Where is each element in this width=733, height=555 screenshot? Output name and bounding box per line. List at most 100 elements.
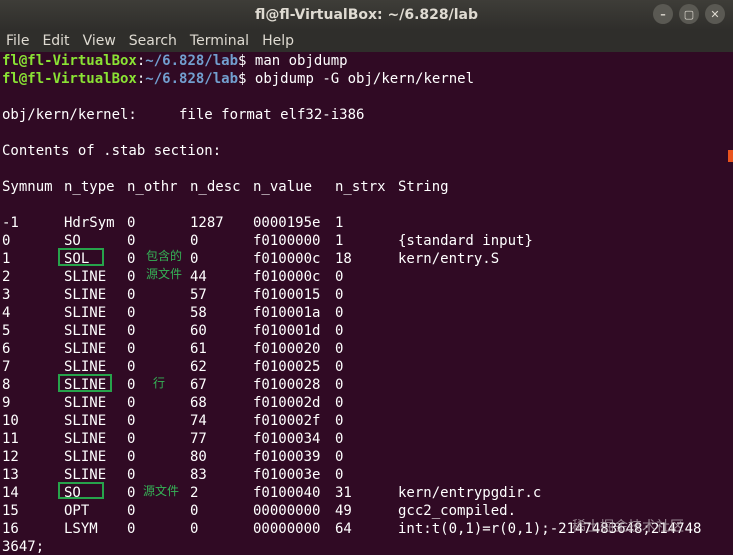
col-symnum: 2 — [2, 269, 11, 285]
col-n-strx: 0 — [335, 395, 344, 411]
menu-terminal[interactable]: Terminal — [184, 33, 256, 49]
col-symnum: 8 — [2, 377, 11, 393]
col-n-value: 00000000 — [253, 521, 321, 537]
col-n-othr: 0 — [127, 215, 136, 231]
col-n-strx: n_strx — [335, 179, 386, 195]
col-string: gcc2_compiled. — [398, 503, 517, 519]
col-n-value: f010001d — [253, 323, 321, 339]
col-n-strx: 0 — [335, 467, 344, 483]
col-n-type: SLINE — [64, 287, 107, 303]
menu-edit[interactable]: Edit — [36, 33, 76, 49]
col-n-type: SLINE — [64, 413, 107, 429]
col-n-value: f0100040 — [253, 485, 321, 501]
col-n-othr: 0 — [127, 269, 136, 285]
scrollbar-marker[interactable] — [728, 150, 733, 162]
col-n-strx: 0 — [335, 287, 344, 303]
col-n-desc: 44 — [190, 269, 207, 285]
file-format-line: obj/kern/kernel: file format elf32-i386 — [2, 107, 365, 123]
col-symnum: 0 — [2, 233, 11, 249]
col-n-desc: 74 — [190, 413, 207, 429]
window-controls: – ▢ ✕ — [653, 4, 725, 24]
col-n-value: f010003e — [253, 467, 321, 483]
prompt-line: fl@fl-VirtualBox:~/6.828/lab$ man objdum… — [2, 52, 348, 70]
col-n-value: f0100034 — [253, 431, 321, 447]
col-n-othr: n_othr — [127, 179, 178, 195]
title-bar[interactable]: fl@fl-VirtualBox: ~/6.828/lab – ▢ ✕ — [0, 0, 733, 30]
menu-view[interactable]: View — [77, 33, 123, 49]
col-symnum: -1 — [2, 215, 19, 231]
col-n-othr: 0 — [127, 377, 136, 393]
col-n-strx: 0 — [335, 449, 344, 465]
col-symnum: 12 — [2, 449, 19, 465]
col-n-othr: 0 — [127, 467, 136, 483]
col-n-desc: 0 — [190, 503, 199, 519]
minimize-button[interactable]: – — [653, 4, 673, 24]
wrapped-line: 3647; — [2, 539, 45, 555]
col-n-othr: 0 — [127, 323, 136, 339]
terminal-output[interactable]: fl@fl-VirtualBox:~/6.828/lab$ man objdum… — [0, 52, 733, 555]
close-button[interactable]: ✕ — [705, 4, 725, 24]
prompt-path: ~/6.828/lab — [145, 53, 239, 69]
annotation-note: 行 — [153, 376, 166, 390]
col-n-value: f010000c — [253, 269, 321, 285]
col-n-type: OPT — [64, 503, 90, 519]
col-string: kern/entrypgdir.c — [398, 485, 542, 501]
col-n-desc: 58 — [190, 305, 207, 321]
col-symnum: Symnum — [2, 179, 53, 195]
watermark-text: 稀土掘金技术社区 — [572, 519, 684, 535]
col-n-desc: 0 — [190, 251, 199, 267]
col-n-value: n_value — [253, 179, 313, 195]
col-n-value: f0100015 — [253, 287, 321, 303]
col-n-othr: 0 — [127, 449, 136, 465]
col-n-othr: 0 — [127, 233, 136, 249]
menu-help[interactable]: Help — [256, 33, 301, 49]
col-symnum: 6 — [2, 341, 11, 357]
col-n-value: f0100000 — [253, 233, 321, 249]
col-n-strx: 18 — [335, 251, 352, 267]
col-symnum: 3 — [2, 287, 11, 303]
window-title: fl@fl-VirtualBox: ~/6.828/lab — [254, 7, 479, 23]
col-n-value: f0100020 — [253, 341, 321, 357]
prompt-path: ~/6.828/lab — [145, 71, 239, 87]
col-symnum: 4 — [2, 305, 11, 321]
col-n-type: SLINE — [64, 431, 107, 447]
menu-bar: File Edit View Search Terminal Help — [0, 30, 733, 52]
col-symnum: 10 — [2, 413, 19, 429]
col-n-type: SLINE — [64, 395, 107, 411]
col-n-type: LSYM — [64, 521, 98, 537]
col-n-value: f0100025 — [253, 359, 321, 375]
col-n-strx: 0 — [335, 341, 344, 357]
annotation-note: 源文件 — [143, 484, 180, 498]
command-text: man objdump — [254, 53, 348, 69]
col-n-type: SLINE — [64, 305, 107, 321]
col-n-othr: 0 — [127, 521, 136, 537]
col-n-value: f0100039 — [253, 449, 321, 465]
section-line: Contents of .stab section: — [2, 143, 222, 159]
col-n-strx: 1 — [335, 215, 344, 231]
col-n-othr: 0 — [127, 503, 136, 519]
col-n-othr: 0 — [127, 431, 136, 447]
prompt-symbol: $ — [238, 71, 247, 87]
col-n-strx: 49 — [335, 503, 352, 519]
col-n-value: f010002f — [253, 413, 321, 429]
menu-search[interactable]: Search — [123, 33, 184, 49]
col-string: {standard input} — [398, 233, 533, 249]
col-n-othr: 0 — [127, 395, 136, 411]
col-string: kern/entry.S — [398, 251, 500, 267]
col-n-strx: 0 — [335, 359, 344, 375]
col-n-type: SLINE — [64, 323, 107, 339]
col-n-value: f010000c — [253, 251, 321, 267]
col-n-type: HdrSym — [64, 215, 115, 231]
col-n-desc: n_desc — [190, 179, 241, 195]
col-n-othr: 0 — [127, 287, 136, 303]
col-n-desc: 2 — [190, 485, 199, 501]
col-n-desc: 60 — [190, 323, 207, 339]
col-symnum: 14 — [2, 485, 19, 501]
annotation-note: 源文件 — [146, 267, 183, 281]
col-n-desc: 61 — [190, 341, 207, 357]
menu-file[interactable]: File — [0, 33, 36, 49]
maximize-button[interactable]: ▢ — [679, 4, 699, 24]
prompt-symbol: $ — [238, 53, 247, 69]
col-n-value: 0000195e — [253, 215, 321, 231]
col-symnum: 5 — [2, 323, 11, 339]
